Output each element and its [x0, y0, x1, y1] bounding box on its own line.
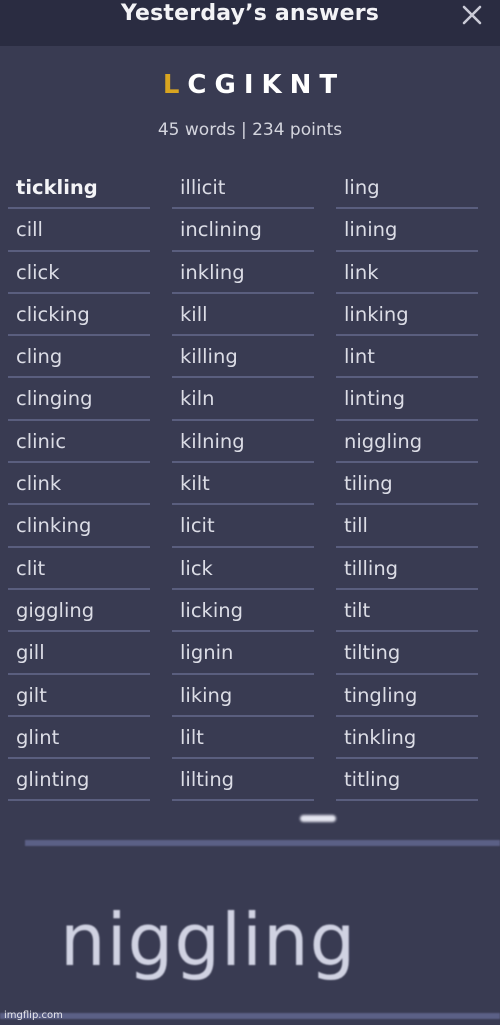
answer-word[interactable]: clicking — [8, 294, 150, 337]
answer-word[interactable]: click — [8, 252, 150, 294]
answer-word[interactable]: tilt — [336, 590, 478, 633]
answer-word[interactable]: inclining — [172, 209, 314, 252]
answer-word[interactable]: lignin — [172, 632, 314, 675]
answer-word[interactable]: lining — [336, 209, 478, 252]
close-x-icon — [462, 5, 482, 25]
answer-word[interactable]: lick — [172, 548, 314, 590]
overlay-big-word: niggling — [60, 898, 357, 982]
answer-word[interactable]: kilning — [172, 421, 314, 464]
outer-letters: CGIKNT — [187, 70, 346, 100]
answer-word[interactable]: clinking — [8, 505, 150, 548]
answer-word[interactable]: illicit — [172, 167, 314, 210]
answer-word[interactable]: kill — [172, 294, 314, 337]
answer-word[interactable]: ling — [336, 167, 478, 210]
answer-word[interactable]: killing — [172, 336, 314, 379]
answer-word[interactable]: gill — [8, 632, 150, 675]
answer-word[interactable]: clinic — [8, 421, 150, 464]
answer-word[interactable]: kiln — [172, 378, 314, 421]
answer-word[interactable]: gilt — [8, 675, 150, 717]
word-column-2: illicit inclining inkling kill killing kiln ki… — [172, 167, 314, 802]
answer-word[interactable]: linting — [336, 378, 478, 421]
puzzle-letters: LCGIKNT — [0, 68, 500, 102]
answer-word[interactable]: tilling — [336, 548, 478, 590]
answer-word[interactable]: cill — [8, 209, 150, 252]
answer-word[interactable]: clit — [8, 548, 150, 590]
answer-word[interactable]: kilt — [172, 463, 314, 506]
answer-word[interactable]: tingling — [336, 675, 478, 717]
answer-word[interactable]: tinkling — [336, 717, 478, 760]
answer-word[interactable]: linking — [336, 294, 478, 337]
center-letter: L — [162, 70, 188, 100]
answer-word[interactable]: liking — [172, 675, 314, 717]
answer-word[interactable]: lint — [336, 336, 478, 379]
answer-word[interactable]: clinging — [8, 378, 150, 421]
answer-word[interactable]: tilting — [336, 632, 478, 675]
word-column-3: ling lining link linking lint linting niggling… — [336, 167, 478, 802]
answer-word[interactable]: cling — [8, 336, 150, 379]
answer-word[interactable]: licking — [172, 590, 314, 633]
scroll-indicator[interactable] — [300, 815, 336, 822]
divider — [0, 1013, 500, 1019]
answer-word[interactable]: glinting — [8, 759, 150, 802]
answer-word[interactable]: lilting — [172, 759, 314, 802]
answer-word[interactable]: niggling — [336, 421, 478, 464]
answer-word[interactable]: titling — [336, 759, 478, 802]
answer-word[interactable]: lilt — [172, 717, 314, 760]
word-column-1: tickling cill click clicking cling clinging cl… — [8, 167, 150, 802]
pangram-word[interactable]: tickling — [8, 167, 150, 210]
divider — [25, 840, 500, 846]
answer-word[interactable]: inkling — [172, 252, 314, 294]
answer-word[interactable]: clink — [8, 463, 150, 506]
answer-word[interactable]: glint — [8, 717, 150, 760]
answer-word[interactable]: till — [336, 505, 478, 548]
answer-word[interactable]: giggling — [8, 590, 150, 633]
answers-word-list: tickling cill click clicking cling clinging cl… — [0, 167, 500, 807]
close-button[interactable] — [460, 3, 484, 27]
answer-word[interactable]: tiling — [336, 463, 478, 506]
modal-title: Yesterday’s answers — [120, 1, 380, 26]
answer-word[interactable]: licit — [172, 505, 314, 548]
answer-word[interactable]: link — [336, 252, 478, 294]
watermark: imgflip.com — [4, 1010, 63, 1021]
puzzle-stats: 45 words | 234 points — [157, 120, 343, 140]
modal-header: Yesterday’s answers — [0, 0, 500, 46]
